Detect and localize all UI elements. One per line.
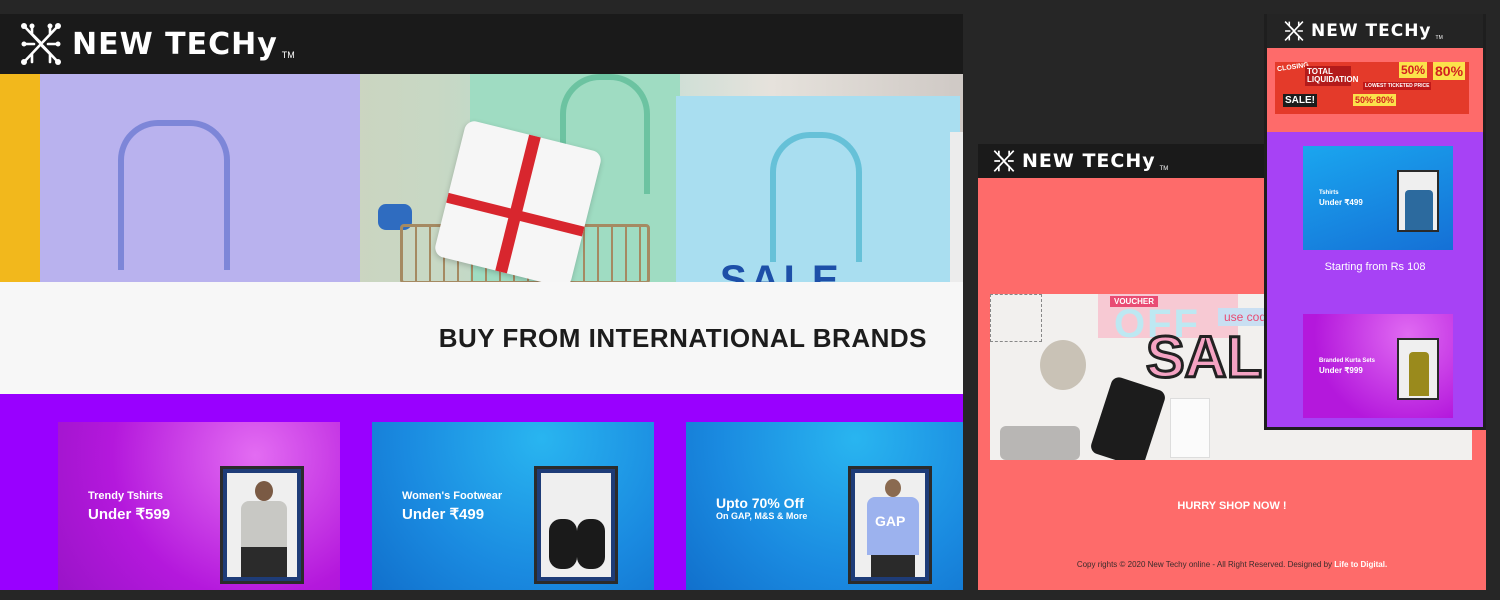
brands-banner: BUY FROM INTERNATIONAL BRANDS	[0, 282, 963, 394]
total-liquidation-sign: TOTAL LIQUIDATION	[1305, 66, 1359, 86]
hero-sale-sign: SALE	[720, 258, 843, 282]
desktop-view: NEW TECHy TM SALE BUY FROM INTERNATIONAL…	[0, 14, 963, 590]
tile-small: Branded Kurta Sets	[1319, 357, 1376, 364]
tile-womens-footwear[interactable]: Women's Footwear Under ₹499	[372, 422, 654, 590]
tile-small: Trendy Tshirts	[88, 489, 163, 502]
sale-pink-text: SAL	[1145, 324, 1264, 392]
tile-big: Under ₹599	[88, 505, 171, 523]
brand-logo[interactable]: NEW TECHy TM	[992, 148, 1168, 174]
phone-tile-tshirts[interactable]: Tshirts Under ₹499	[1303, 146, 1453, 250]
gap-logo-text: GAP	[875, 513, 906, 529]
pct-80-sign: 80%	[1433, 62, 1466, 80]
designer-link[interactable]: Life to Digital.	[1334, 560, 1387, 569]
bottle	[1040, 340, 1086, 390]
brand-name: NEW TECHy	[1022, 150, 1156, 172]
tile-big-title: Upto 70% Off	[716, 494, 804, 511]
clearance-sale-image[interactable]: CLOSING TOTAL LIQUIDATION 50% 80% LOWEST…	[1275, 62, 1469, 114]
copyright-text: Copy rights © 2020 New Techy online - Al…	[1076, 560, 1333, 569]
phone-mockup	[1089, 375, 1167, 460]
brand-tm: TM	[1159, 166, 1169, 172]
cream-jar	[1000, 426, 1080, 460]
tile-big: Under ₹999	[1319, 365, 1363, 375]
banner-title: BUY FROM INTERNATIONAL BRANDS	[438, 322, 927, 353]
hurry-shop-now-button[interactable]: HURRY SHOP NOW !	[978, 500, 1486, 512]
tshirt-couple-photo	[1397, 170, 1439, 232]
circuit-logo-icon	[1284, 21, 1304, 41]
desktop-header: NEW TECHy TM	[0, 14, 963, 74]
phone-sale-banner: CLOSING TOTAL LIQUIDATION 50% 80% LOWEST…	[1267, 48, 1483, 132]
starting-price-text: Starting from Rs 108	[1324, 261, 1426, 273]
circuit-logo-icon	[21, 23, 61, 65]
tile-small: Women's Footwear	[402, 489, 503, 502]
gap-tshirt-photo: GAP	[855, 473, 925, 577]
lotion-bottle	[1170, 398, 1210, 458]
brand-tm: TM	[281, 50, 295, 60]
promo-strip: Trendy Tshirts Under ₹599 Women's Footwe…	[0, 394, 963, 590]
circuit-logo-icon	[993, 150, 1015, 172]
brand-logo[interactable]: NEW TECHy TM	[20, 22, 295, 66]
lowest-price-sign: LOWEST TICKETED PRICE	[1363, 82, 1432, 90]
tile-small: Tshirts	[1319, 189, 1339, 196]
hero-image: SALE	[0, 74, 963, 282]
tile-trendy-tshirts[interactable]: Trendy Tshirts Under ₹599	[58, 422, 340, 590]
tile-big: Under ₹499	[1319, 197, 1363, 207]
blue-bag-handle	[770, 132, 862, 262]
grey-bag	[950, 132, 963, 282]
brand-logo[interactable]: NEW TECHy TM	[1283, 19, 1443, 43]
phone-tile-kurta-sets[interactable]: Branded Kurta Sets Under ₹999	[1303, 314, 1453, 418]
screenshot-stage: NEW TECHy TM SALE BUY FROM INTERNATIONAL…	[0, 0, 1500, 600]
tile-photo-frame: GAP	[848, 466, 932, 584]
brand-tm: TM	[1435, 35, 1443, 41]
tile-upto-70-off[interactable]: Upto 70% Off On GAP, M&S & More GAP	[686, 422, 963, 590]
footwear-photo	[541, 473, 611, 577]
yellow-bag	[0, 74, 40, 282]
tile-subtitle: On GAP, M&S & More	[716, 510, 808, 521]
sale-sign: SALE!	[1283, 94, 1317, 107]
brand-name: NEW TECHy	[1311, 21, 1432, 41]
gift-ribbon	[495, 134, 541, 274]
tile-photo-frame	[220, 466, 304, 584]
phone-header: NEW TECHy TM	[1267, 14, 1483, 48]
pct-range-sign: 50%·80%	[1353, 94, 1397, 106]
brand-name: NEW TECHy	[72, 26, 278, 62]
tile-photo-frame	[534, 466, 618, 584]
pct-50-sign: 50%	[1399, 62, 1428, 78]
phone-view: NEW TECHy TM CLOSING TOTAL LIQUIDATION 5…	[1264, 14, 1486, 430]
tile-big: Under ₹499	[402, 505, 485, 523]
kurta-model-photo	[1397, 338, 1439, 400]
lavender-bag-handle	[118, 120, 230, 270]
doodle-sketches	[990, 294, 1042, 342]
copyright-footer: Copy rights © 2020 New Techy online - Al…	[978, 560, 1486, 569]
tshirt-model-photo	[227, 473, 297, 577]
